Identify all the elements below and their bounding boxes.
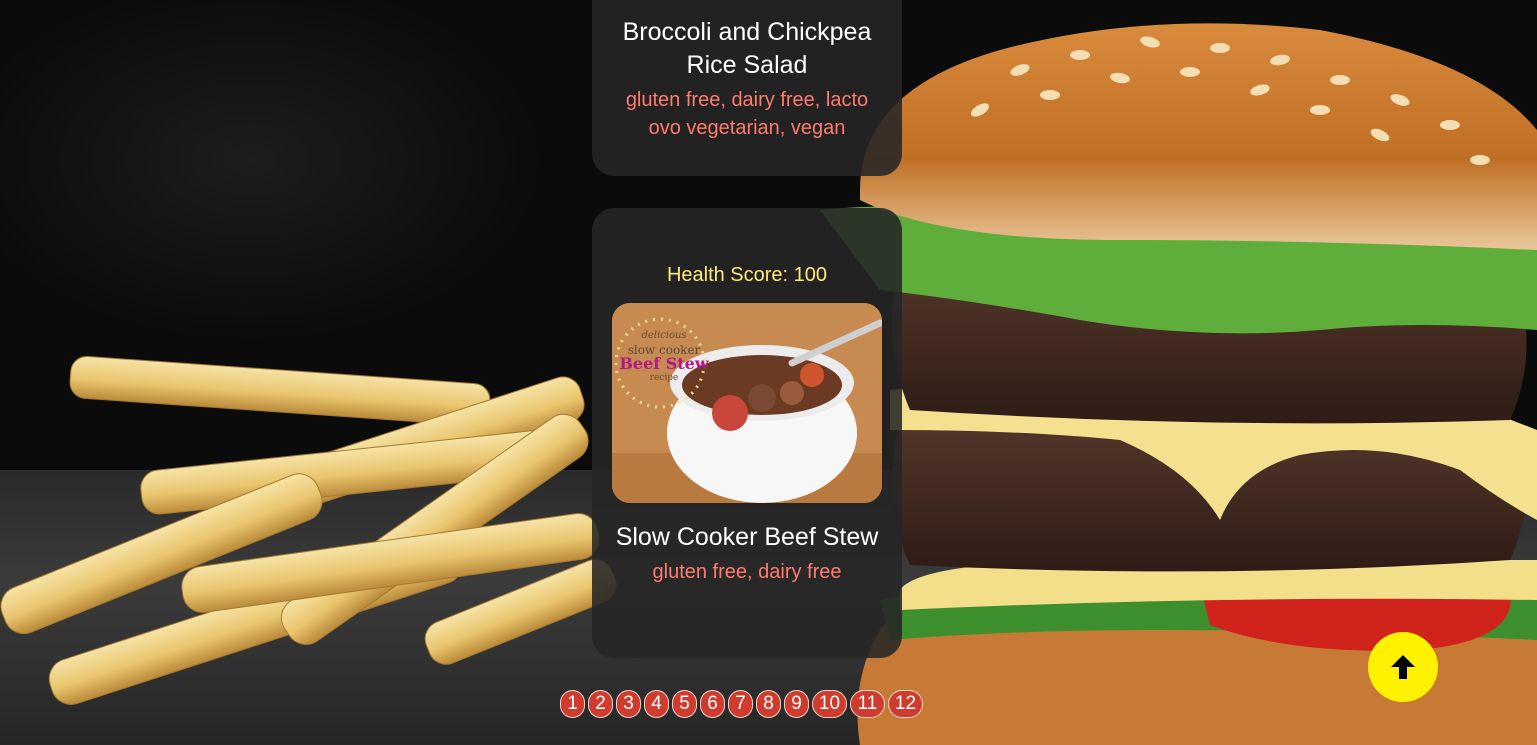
page-button-7[interactable]: 7 — [728, 690, 753, 718]
page-button-8[interactable]: 8 — [756, 690, 781, 718]
page-button-9[interactable]: 9 — [784, 690, 809, 718]
scroll-to-top-button[interactable] — [1368, 632, 1438, 702]
recipe-diets: gluten free, dairy free — [652, 561, 842, 583]
recipe-title[interactable]: Slow Cooker Beef Stew — [610, 521, 884, 554]
recipe-card[interactable]: Broccoli and Chickpea Rice Salad gluten … — [592, 0, 902, 176]
page-button-11[interactable]: 11 — [850, 690, 885, 718]
recipe-title[interactable]: Broccoli and Chickpea Rice Salad — [610, 16, 884, 82]
health-score: Health Score: 100 — [666, 264, 828, 286]
pagination: 1 2 3 4 5 6 7 8 9 10 11 12 — [560, 690, 923, 720]
page-button-6[interactable]: 6 — [700, 690, 725, 718]
page-button-5[interactable]: 5 — [672, 690, 697, 718]
page-button-10[interactable]: 10 — [812, 690, 847, 718]
image-watermark: delicious slow cooker Beef Stew recipe — [619, 330, 709, 383]
page-button-12[interactable]: 12 — [888, 690, 923, 718]
fries-illustration — [0, 355, 617, 705]
burger-illustration — [820, 23, 1537, 745]
recipe-image[interactable]: delicious slow cooker Beef Stew recipe — [612, 303, 882, 503]
recipe-diets: gluten free, dairy free, lacto ovo veget… — [625, 89, 869, 139]
page-button-4[interactable]: 4 — [644, 690, 669, 718]
page-button-2[interactable]: 2 — [588, 690, 613, 718]
page-button-1[interactable]: 1 — [560, 690, 585, 718]
arrow-up-icon — [1391, 655, 1415, 679]
page-button-3[interactable]: 3 — [616, 690, 641, 718]
recipe-card[interactable]: Health Score: 100 delicious slow cooker … — [592, 208, 902, 658]
